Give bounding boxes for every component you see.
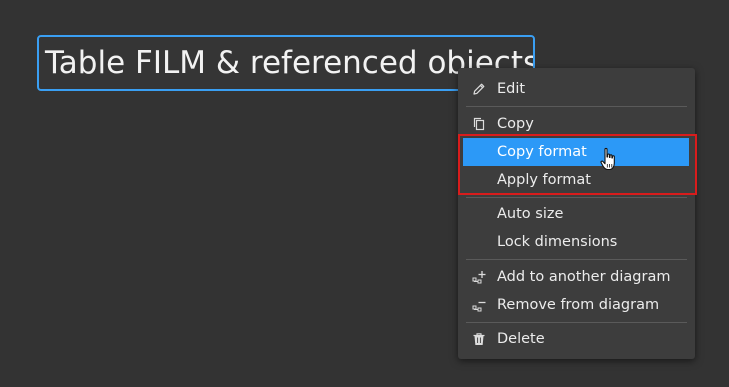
menu-divider — [466, 106, 687, 107]
menu-divider — [466, 259, 687, 260]
context-menu: Edit Copy Copy format Apply format Auto … — [458, 68, 695, 359]
menu-item-remove-from-diagram[interactable]: Remove from diagram — [458, 291, 695, 319]
remove-node-icon — [472, 301, 486, 312]
menu-item-add-to-diagram[interactable]: Add to another diagram — [458, 263, 695, 291]
trash-icon — [473, 333, 485, 345]
menu-item-edit-label: Edit — [497, 81, 526, 97]
format-items-annotation-frame — [458, 134, 697, 195]
menu-divider — [466, 197, 687, 198]
menu-item-auto-size-label: Auto size — [497, 206, 564, 222]
menu-item-lock-dimensions[interactable]: Lock dimensions — [458, 228, 695, 256]
add-node-icon — [472, 271, 486, 284]
copy-icon — [473, 117, 485, 131]
pencil-icon — [473, 83, 485, 95]
menu-item-lock-dimensions-label: Lock dimensions — [497, 234, 618, 250]
menu-item-delete-label: Delete — [497, 331, 545, 347]
menu-item-edit[interactable]: Edit — [458, 75, 695, 103]
menu-divider — [466, 322, 687, 323]
menu-item-auto-size[interactable]: Auto size — [458, 200, 695, 228]
menu-item-add-to-diagram-label: Add to another diagram — [497, 269, 671, 285]
hand-pointer-icon — [600, 147, 615, 171]
menu-item-remove-from-diagram-label: Remove from diagram — [497, 297, 660, 313]
menu-item-delete[interactable]: Delete — [458, 325, 695, 353]
